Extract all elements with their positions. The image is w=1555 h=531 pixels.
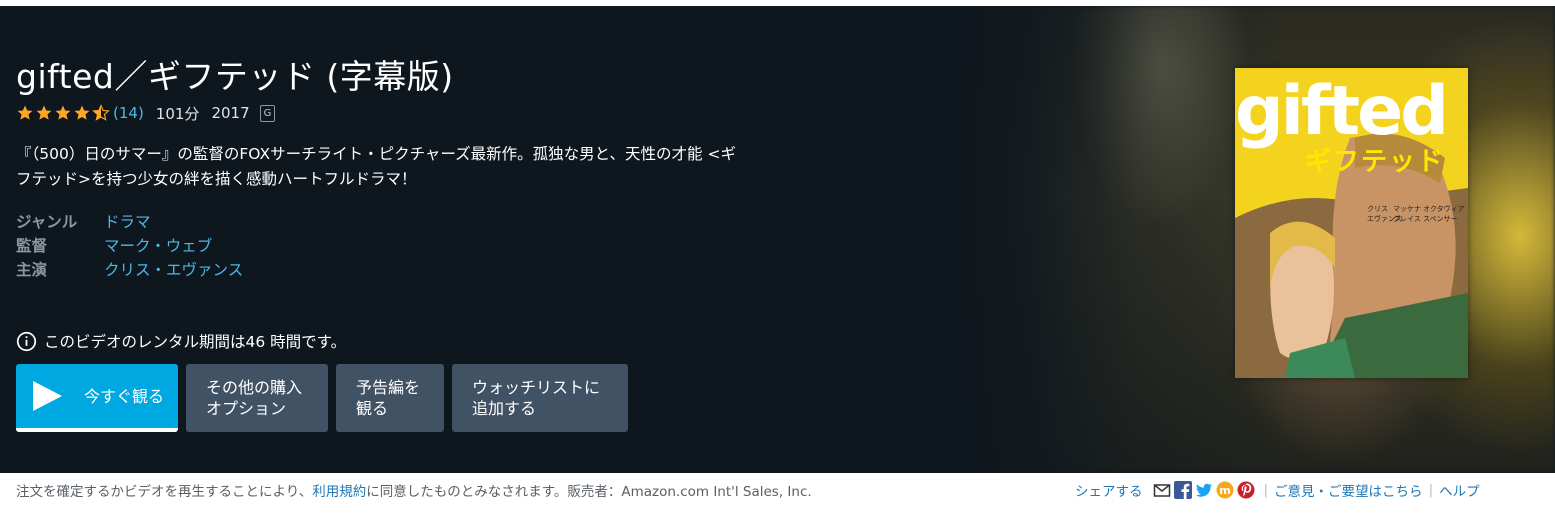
help-link[interactable]: ヘルプ	[1439, 480, 1480, 500]
star-icon	[36, 105, 52, 120]
watch-now-label: 今すぐ観る	[84, 386, 165, 406]
legal-notice: 注文を確定するかビデオを再生することにより、利用規約に同意したものとみなされます…	[16, 480, 812, 500]
poster-art: gifted ギフテッド クリス マッケナ オクタヴィア エヴァンス グレイス …	[1235, 68, 1468, 378]
director-label: 監督	[16, 237, 48, 255]
director-link[interactable]: マーク・ウェブ	[104, 234, 212, 258]
cast-link[interactable]: クリス・エヴァンス	[104, 258, 243, 282]
cast-label: 主演	[16, 261, 48, 279]
star-icon	[17, 105, 33, 120]
page-title: gifted／ギフテッド (字幕版)	[16, 57, 454, 96]
detail-hero: gifted／ギフテッド (字幕版) (14) 101分 2017 G 『（50…	[0, 6, 1555, 473]
facebook-icon[interactable]	[1173, 481, 1192, 499]
star-icon	[55, 105, 71, 120]
rental-notice: このビデオのレンタル期間は46 時間です。	[16, 330, 346, 352]
watch-trailer-label: 予告編を 観る	[356, 377, 420, 419]
poster-title: gifted	[1235, 72, 1446, 151]
other-purchase-line-2: オプション	[206, 399, 287, 418]
poster-credit-5: グレイス	[1393, 214, 1421, 223]
legal-text-pre: 注文を確定するかビデオを再生することにより、	[16, 484, 313, 500]
legal-text-post: に同意したものとみなされます。販売者：Amazon.com Int'l Sale…	[366, 484, 812, 500]
email-icon[interactable]	[1153, 481, 1171, 499]
trailer-line-2: 観る	[356, 399, 389, 418]
detail-row-genre: ジャンル ドラマ	[16, 210, 243, 234]
poster-credit-2: マッケナ	[1393, 205, 1421, 213]
share-label: シェアする	[1075, 484, 1143, 500]
add-to-watchlist-button[interactable]: ウォッチリストに 追加する	[452, 364, 628, 432]
rental-notice-text: このビデオのレンタル期間は46 時間です。	[44, 333, 347, 351]
footer: 注文を確定するかビデオを再生することにより、利用規約に同意したものとみなされます…	[0, 473, 1555, 531]
divider: |	[1263, 482, 1269, 498]
poster-credit-6: スペンサー	[1423, 215, 1458, 223]
info-icon	[16, 331, 37, 351]
action-buttons: 今すぐ観る その他の購入 オプション 予告編を 観る ウォッチリストに 追加する	[16, 364, 636, 432]
review-count-link[interactable]: (14)	[113, 104, 144, 122]
detail-row-director: 監督 マーク・ウェブ	[16, 234, 243, 258]
play-icon	[33, 381, 62, 411]
other-purchase-options-button[interactable]: その他の購入 オプション	[186, 364, 328, 432]
watchlist-line-2: 追加する	[472, 399, 537, 418]
watch-now-button[interactable]: 今すぐ観る	[16, 364, 178, 432]
content-rating-badge: G	[259, 104, 276, 122]
poster-credit-1: クリス	[1367, 205, 1388, 213]
details-list: ジャンル ドラマ 監督 マーク・ウェブ 主演 クリス・エヴァンス	[16, 210, 243, 282]
poster-credit-3: オクタヴィア	[1423, 204, 1465, 213]
other-purchase-options-label: その他の購入 オプション	[206, 377, 302, 419]
synopsis: 『（500）日のサマー』の監督のFOXサーチライト・ピクチャーズ最新作。孤独な男…	[16, 142, 836, 192]
add-to-watchlist-label: ウォッチリストに 追加する	[472, 377, 600, 419]
svg-text:m: m	[1219, 484, 1230, 497]
terms-of-use-link[interactable]: 利用規約	[312, 484, 366, 500]
star-icon	[74, 105, 90, 120]
runtime: 101分	[155, 104, 200, 123]
genre-label: ジャンル	[16, 213, 78, 231]
blog-m-icon[interactable]: m	[1216, 481, 1234, 499]
synopsis-line-2: フテッド>を持つ少女の絆を描く感動ハートフルドラマ！	[16, 170, 417, 188]
meta-row: (14) 101分 2017 G	[16, 102, 276, 124]
genre-link[interactable]: ドラマ	[104, 210, 151, 234]
watch-trailer-button[interactable]: 予告編を 観る	[336, 364, 444, 432]
feedback-link[interactable]: ご意見・ご要望はこちら	[1274, 480, 1423, 500]
footer-links: シェアする m | ご意見・ご要望はこちら | ヘルプ	[1075, 480, 1480, 500]
trailer-line-1: 予告編を	[356, 378, 421, 397]
other-purchase-line-1: その他の購入	[206, 378, 303, 397]
movie-poster[interactable]: gifted ギフテッド クリス マッケナ オクタヴィア エヴァンス グレイス …	[1235, 68, 1468, 378]
star-rating[interactable]	[16, 104, 111, 122]
half-star-icon	[92, 104, 110, 121]
poster-subtitle: ギフテッド	[1305, 147, 1445, 177]
divider: |	[1428, 482, 1434, 498]
detail-row-cast: 主演 クリス・エヴァンス	[16, 258, 243, 282]
synopsis-line-1: 『（500）日のサマー』の監督のFOXサーチライト・ピクチャーズ最新作。孤独な男…	[16, 145, 736, 163]
watchlist-line-1: ウォッチリストに	[472, 378, 601, 397]
twitter-icon[interactable]	[1195, 481, 1213, 499]
release-year: 2017	[211, 104, 250, 122]
pinterest-icon[interactable]	[1237, 481, 1255, 499]
